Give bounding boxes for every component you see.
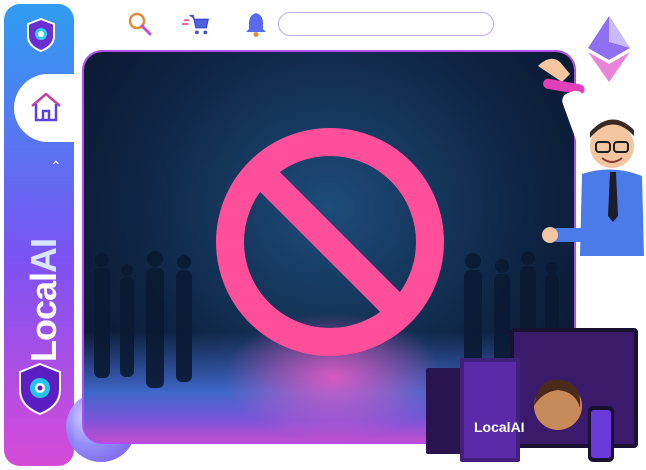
bell-icon[interactable] xyxy=(242,10,270,38)
search-icon[interactable] xyxy=(126,10,154,38)
search-input[interactable] xyxy=(278,12,494,36)
brand-wordmark: LocalAI xyxy=(23,202,64,362)
chevron-up-icon[interactable]: ⌃ xyxy=(50,158,62,175)
sidebar: ⌃ LocalAI xyxy=(4,4,74,466)
brand-ai: AI xyxy=(23,238,64,273)
brand-local: Local xyxy=(23,272,64,362)
product-bundle-image: LocalAI xyxy=(426,328,638,462)
product-box-label: LocalAI xyxy=(474,419,525,435)
home-icon xyxy=(31,92,61,122)
mascot-character xyxy=(538,58,644,256)
home-tab[interactable] xyxy=(14,74,74,142)
logo-shield-icon xyxy=(27,18,55,52)
cart-icon[interactable] xyxy=(182,10,210,38)
prohibited-sign-icon xyxy=(216,128,444,356)
logo-badge-icon xyxy=(19,362,61,416)
